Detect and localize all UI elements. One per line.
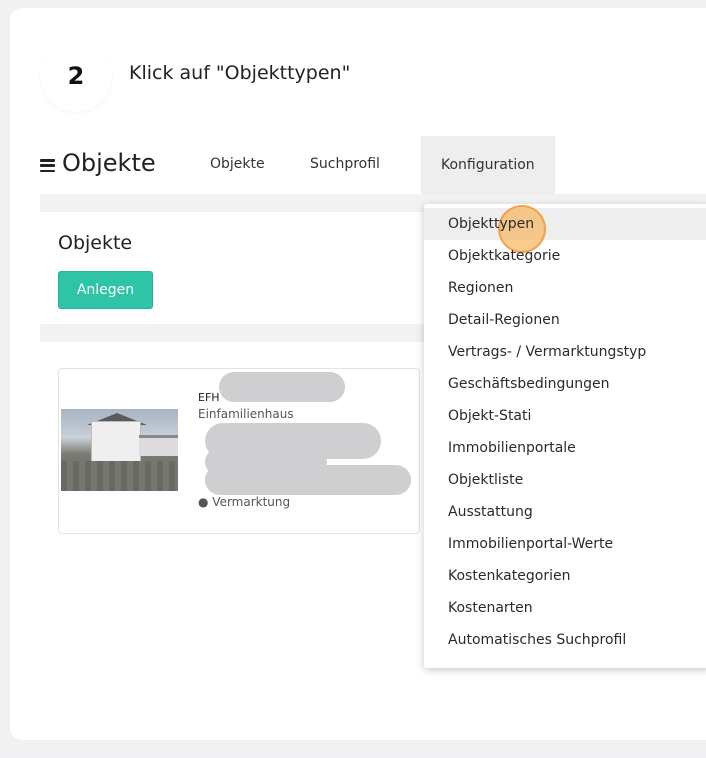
menu-item-objektliste[interactable]: Objektliste [424,464,706,496]
step-instruction: Klick auf "Objekttypen" [129,62,351,84]
menu-item-ausstattung[interactable]: Ausstattung [424,496,706,528]
nav-objekte[interactable]: Objekte [210,156,265,172]
menu-item-immobilienportale[interactable]: Immobilienportale [424,432,706,464]
house-photo [61,409,178,491]
menu-item-kostenkategorien[interactable]: Kostenkategorien [424,560,706,592]
hamburger-menu-icon[interactable] [40,159,55,173]
listing-status: ● Vermarktung [198,495,291,509]
top-nav-bar: Objekte Objekte Suchprofil Konfiguration [40,136,706,194]
menu-item-geschaeftsbedingungen[interactable]: Geschäftsbedingungen [424,368,706,400]
menu-item-immobilienportal-werte[interactable]: Immobilienportal-Werte [424,528,706,560]
panel-title: Objekte [58,232,133,254]
redaction-blur [205,465,411,495]
app-screenshot: Objekte Objekte Suchprofil Konfiguration… [40,136,706,726]
menu-item-objekt-stati[interactable]: Objekt-Stati [424,400,706,432]
anlegen-button[interactable]: Anlegen [58,271,153,309]
menu-item-vertragstyp[interactable]: Vertrags- / Vermarktungstyp [424,336,706,368]
menu-item-kostenarten[interactable]: Kostenarten [424,592,706,624]
menu-item-objektkategorie[interactable]: Objektkategorie [424,240,706,272]
listing-title: EFH [198,391,220,404]
step-card: 2 Klick auf "Objekttypen" Objekte Objekt… [10,8,706,740]
nav-konfiguration[interactable]: Konfiguration [421,136,555,194]
app-brand: Objekte [62,149,156,177]
menu-item-automatisches-suchprofil[interactable]: Automatisches Suchprofil [424,624,706,656]
menu-item-regionen[interactable]: Regionen [424,272,706,304]
menu-item-objekttypen[interactable]: Objekttypen [424,205,706,253]
menu-item-detail-regionen[interactable]: Detail-Regionen [424,304,706,336]
nav-suchprofil[interactable]: Suchprofil [310,156,380,172]
listing-type: Einfamilienhaus [198,407,294,421]
konfiguration-dropdown-menu: Objekttypen Objektkategorie Regionen Det… [424,204,706,668]
step-number-badge: 2 [40,40,112,112]
redaction-blur [219,372,345,402]
listing-card[interactable]: EFH Einfamilienhaus ● Vermarktung [58,368,420,534]
